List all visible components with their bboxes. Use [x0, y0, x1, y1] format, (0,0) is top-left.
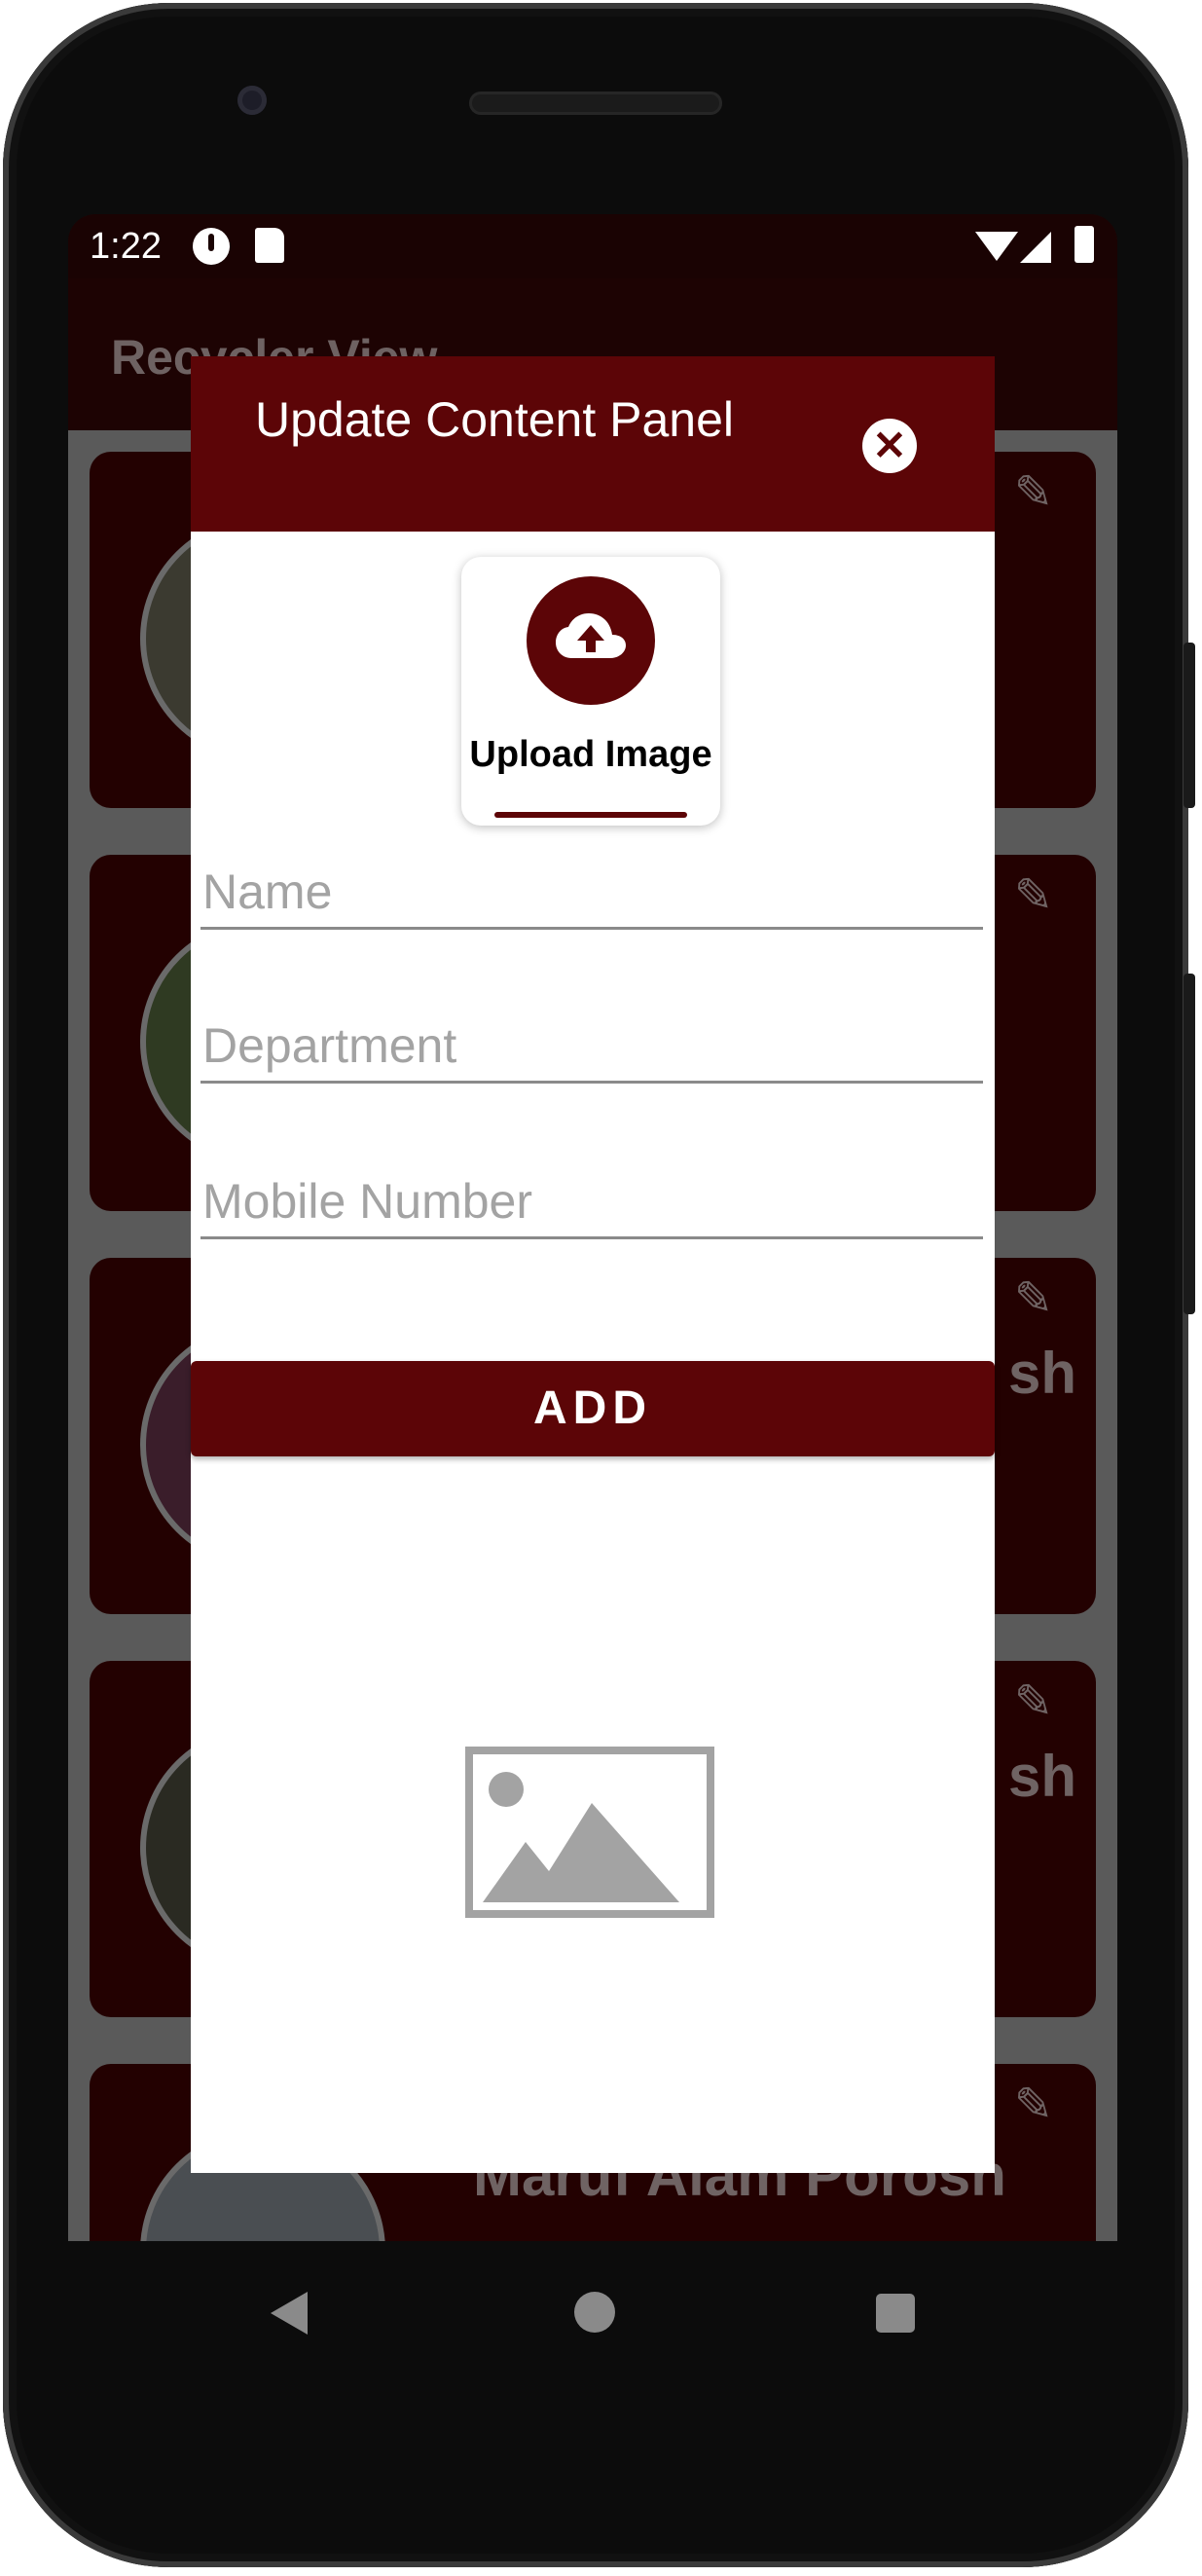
dialog-title: Update Content Panel: [255, 392, 735, 447]
pencil-icon[interactable]: ✎: [1014, 1674, 1053, 1729]
vpn-icon: [193, 228, 230, 265]
screen: 1:22 Recycler View ✎ ✎ ✎: [68, 214, 1117, 2241]
image-placeholder-icon: [465, 1747, 714, 1918]
home-icon[interactable]: [574, 2292, 615, 2333]
sd-card-icon: [255, 228, 284, 263]
mobile-number-input[interactable]: [200, 1172, 987, 1231]
volume-button: [1184, 643, 1195, 808]
recent-apps-icon[interactable]: [876, 2294, 915, 2333]
upload-underline: [494, 812, 687, 818]
pencil-icon[interactable]: ✎: [1014, 1271, 1053, 1326]
back-icon[interactable]: [271, 2292, 308, 2335]
name-input[interactable]: [200, 863, 987, 921]
phone-frame: 1:22 Recycler View ✎ ✎ ✎: [0, 0, 1202, 2576]
cloud-upload-icon: [527, 576, 655, 705]
signal-icon: [1020, 232, 1051, 263]
department-field: [200, 1003, 987, 1084]
dialog-header: Update Content Panel ✕: [191, 356, 995, 532]
close-icon[interactable]: ✕: [862, 419, 917, 473]
wifi-icon: [975, 232, 1018, 261]
status-time: 1:22: [90, 226, 162, 267]
pencil-icon[interactable]: ✎: [1014, 2078, 1053, 2132]
department-input[interactable]: [200, 1016, 987, 1075]
mobile-number-field: [200, 1159, 987, 1239]
card-name: sh: [1008, 1744, 1077, 1809]
pencil-icon[interactable]: ✎: [1014, 465, 1053, 520]
power-button: [1184, 974, 1195, 1314]
upload-image-label: Upload Image: [469, 734, 712, 775]
upload-image-button[interactable]: Upload Image: [461, 557, 720, 826]
earpiece-speaker: [469, 92, 722, 115]
front-camera: [237, 86, 267, 115]
pencil-icon[interactable]: ✎: [1014, 868, 1053, 923]
card-name: sh: [1008, 1341, 1077, 1406]
battery-icon: [1075, 226, 1094, 263]
status-bar: 1:22: [68, 214, 1117, 278]
name-field: [200, 849, 987, 930]
update-content-dialog: Update Content Panel ✕ Upload Image Name…: [191, 356, 995, 2173]
add-button[interactable]: ADD: [191, 1361, 995, 1456]
